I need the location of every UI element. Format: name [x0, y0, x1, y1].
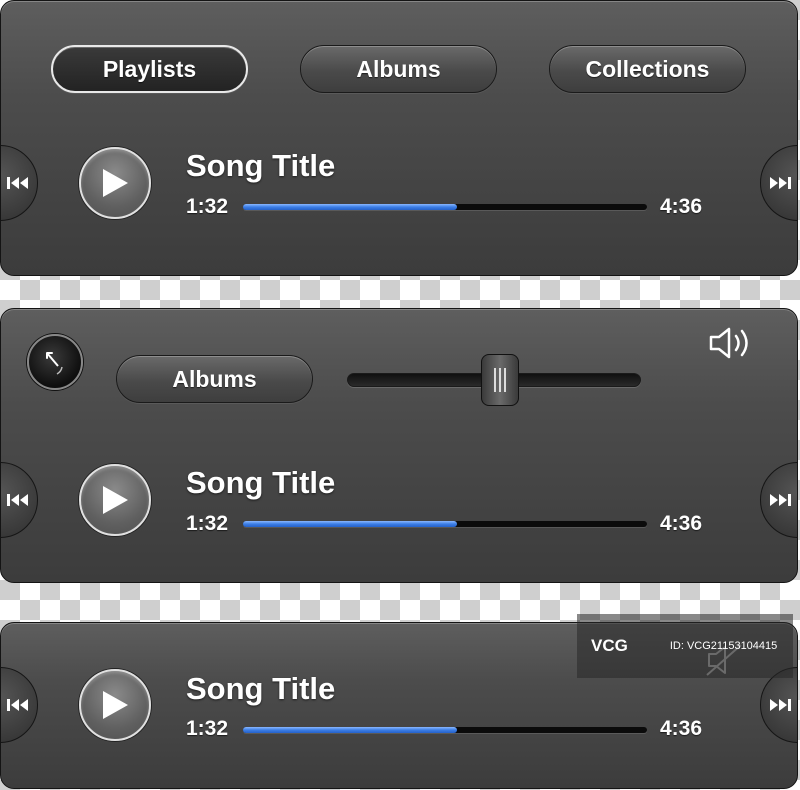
- progress-fill: [243, 204, 458, 210]
- next-button[interactable]: [760, 667, 797, 743]
- clock-back-icon: [46, 352, 63, 375]
- play-button[interactable]: [79, 669, 151, 741]
- progress-bar[interactable]: [243, 727, 647, 733]
- song-title: Song Title: [186, 671, 336, 706]
- progress-bar[interactable]: [243, 204, 647, 210]
- song-title: Song Title: [186, 465, 336, 500]
- duration-time: 4:36: [660, 717, 703, 740]
- player-panel-volume: Albums Song Title 1:32 4:36: [0, 308, 798, 583]
- watermark-id: ID: VCG21153104415: [669, 640, 778, 652]
- progress-fill: [243, 727, 458, 733]
- rewind-icon: [7, 494, 28, 506]
- tab-collections-label: Collections: [585, 55, 710, 82]
- player-panel-tabs: Playlists Albums Collections Song Title …: [0, 0, 798, 276]
- speaker-icon: [709, 327, 748, 359]
- watermark-logo: VCG: [591, 636, 628, 655]
- elapsed-time: 1:32: [186, 195, 229, 218]
- tab-playlists-label: Playlists: [102, 55, 197, 82]
- volume-button[interactable]: [707, 325, 755, 366]
- rewind-icon: [7, 177, 28, 189]
- duration-time: 4:36: [660, 195, 703, 218]
- fast-forward-icon: [770, 699, 791, 711]
- grip-icon: [493, 368, 506, 392]
- play-icon: [103, 691, 128, 719]
- progress-bar[interactable]: [243, 521, 647, 527]
- play-icon: [103, 486, 128, 514]
- fast-forward-icon: [770, 177, 791, 189]
- play-button[interactable]: [79, 147, 151, 219]
- next-button[interactable]: [760, 462, 797, 538]
- tab-playlists[interactable]: Playlists: [51, 45, 248, 93]
- duration-time: 4:36: [660, 512, 703, 535]
- previous-button[interactable]: [1, 462, 38, 538]
- previous-button[interactable]: [1, 145, 38, 221]
- albums-button-label: Albums: [172, 365, 257, 392]
- rewind-icon: [7, 699, 28, 711]
- watermark: VCG ID: VCG21153104415: [577, 614, 793, 678]
- previous-button[interactable]: [1, 667, 38, 743]
- play-icon: [103, 169, 128, 197]
- albums-button[interactable]: Albums: [116, 355, 313, 403]
- progress-fill: [243, 521, 458, 527]
- elapsed-time: 1:32: [186, 717, 229, 740]
- play-button[interactable]: [79, 464, 151, 536]
- tab-albums[interactable]: Albums: [300, 45, 497, 93]
- tab-collections[interactable]: Collections: [549, 45, 746, 93]
- next-button[interactable]: [760, 145, 797, 221]
- volume-slider-thumb[interactable]: [480, 354, 519, 406]
- elapsed-time: 1:32: [186, 512, 229, 535]
- tab-albums-label: Albums: [356, 55, 441, 82]
- song-title: Song Title: [186, 148, 336, 183]
- back-button[interactable]: [27, 334, 83, 390]
- fast-forward-icon: [770, 494, 791, 506]
